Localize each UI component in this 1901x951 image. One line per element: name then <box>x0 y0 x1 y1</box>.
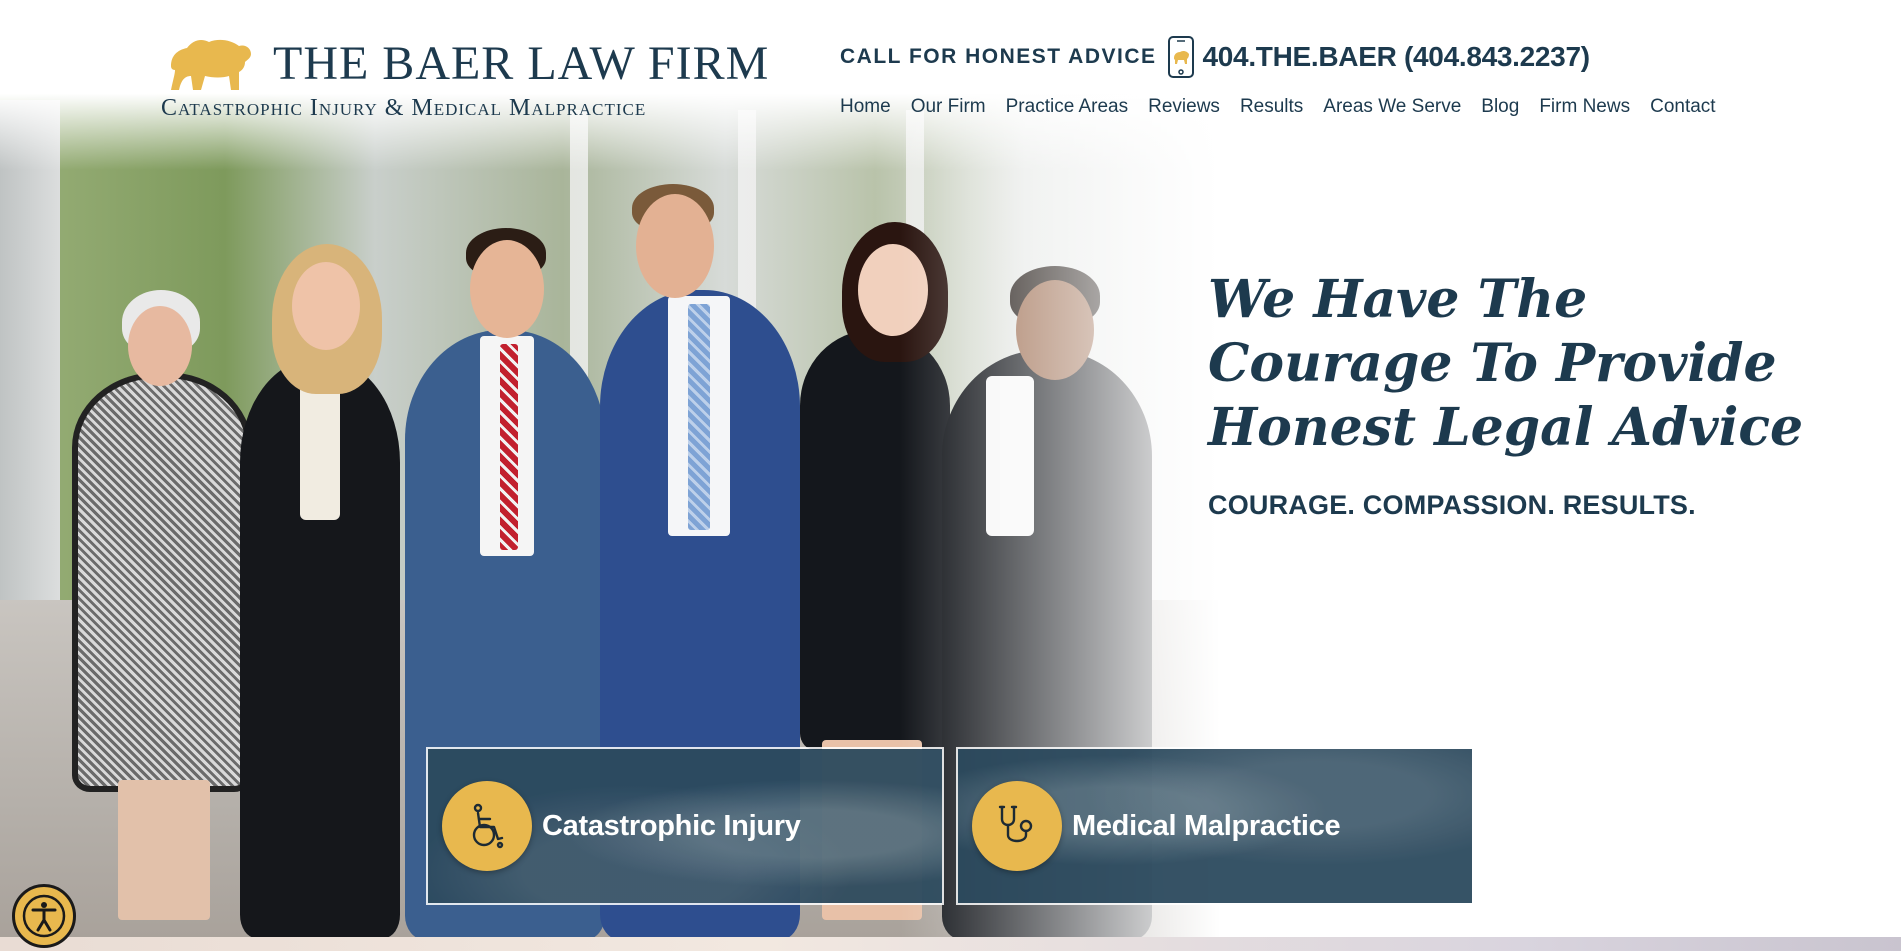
practice-card-medical-malpractice[interactable]: Medical Malpractice <box>956 747 1474 905</box>
nav-item-home[interactable]: Home <box>840 94 891 120</box>
stethoscope-icon <box>998 805 1033 843</box>
nav-item-blog[interactable]: Blog <box>1481 94 1519 120</box>
accessibility-icon <box>22 894 66 938</box>
hero-headline-line-1: We Have The <box>1208 269 1588 330</box>
card-icon-circle <box>972 781 1062 871</box>
hero-background-pillar <box>0 100 60 620</box>
nav-item-reviews[interactable]: Reviews <box>1148 94 1220 120</box>
hero-subheadline: COURAGE. COMPASSION. RESULTS. <box>1208 490 1696 520</box>
hero-headline: We Have The Courage To Provide Honest Le… <box>1208 268 1808 460</box>
practice-card-catastrophic-injury[interactable]: Catastrophic Injury <box>426 747 944 905</box>
bear-icon <box>171 39 251 90</box>
card-icon-circle <box>442 781 532 871</box>
firm-tagline: Catastrophic Injury & Medical Malpractic… <box>161 95 647 121</box>
smartphone-icon <box>1167 36 1194 78</box>
wheelchair-icon <box>472 803 504 849</box>
hero-headline-line-2: Courage To Provide <box>1208 333 1777 394</box>
nav-item-results[interactable]: Results <box>1240 94 1303 120</box>
next-section-edge <box>0 937 1901 951</box>
accessibility-button[interactable] <box>12 884 76 948</box>
nav-item-our-firm[interactable]: Our Firm <box>911 94 986 120</box>
card-label: Catastrophic Injury <box>542 809 801 842</box>
card-label: Medical Malpractice <box>1072 809 1341 842</box>
call-label: CALL FOR HONEST ADVICE <box>840 45 1157 68</box>
firm-name: THE BAER LAW FIRM <box>273 37 770 90</box>
phone-number-link[interactable]: 404.THE.BAER (404.843.2237) <box>1203 41 1591 73</box>
nav-item-areas-we-serve[interactable]: Areas We Serve <box>1323 94 1461 120</box>
nav-item-practice-areas[interactable]: Practice Areas <box>1006 94 1129 120</box>
call-bar: CALL FOR HONEST ADVICE 404.THE.BAER (404… <box>840 36 1590 78</box>
main-nav: Home Our Firm Practice Areas Reviews Res… <box>840 94 1736 120</box>
nav-item-contact[interactable]: Contact <box>1650 94 1715 120</box>
nav-item-firm-news[interactable]: Firm News <box>1539 94 1630 120</box>
hero-headline-line-3: Honest Legal Advice <box>1208 397 1804 458</box>
site-logo[interactable]: THE BAER LAW FIRM Catastrophic Injury & … <box>161 34 768 124</box>
hero-photo <box>0 0 1901 937</box>
